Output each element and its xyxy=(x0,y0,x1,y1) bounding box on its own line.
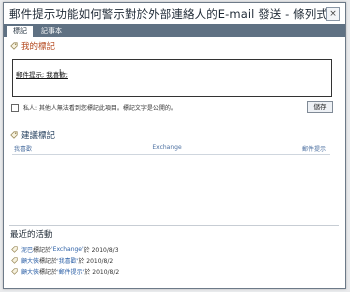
activity-tag[interactable]: '我喜歡' xyxy=(57,256,78,265)
activity-item: 泥巴 標記於 'Exchange' 於 2010/8/3 xyxy=(11,245,119,254)
dialog-title: 郵件提示功能如何警示對於外部連絡人的E-mail 發送 - 條列式 xyxy=(9,7,328,21)
suggested-tag-item[interactable]: 郵件提示 xyxy=(302,144,326,154)
tab-bar: 標記 記事本 xyxy=(4,24,345,37)
activity-verb: 標記於 xyxy=(33,247,52,254)
text-cursor-icon: I xyxy=(59,68,62,77)
activity-item: 顧大俠 標記於 '郵件提示' 於 2010/8/2 xyxy=(11,267,119,276)
activity-item: 顧大俠 標記於 '我喜歡' 於 2010/8/2 xyxy=(11,256,113,265)
tag-icon xyxy=(11,257,18,264)
tab-notes[interactable]: 記事本 xyxy=(35,26,68,37)
activity-date: 於 2010/8/2 xyxy=(78,258,114,265)
recent-activity-title: 最近的活動 xyxy=(10,230,53,240)
private-label: 私人: 其他人無法看到您標記此項目。標記文字是公開的。 xyxy=(23,105,177,112)
my-tags-input[interactable]: 郵件提示; 我喜歡; I xyxy=(12,59,332,97)
suggested-tag-item[interactable]: 我喜歡 xyxy=(14,144,32,154)
save-button[interactable]: 儲存 xyxy=(307,101,333,113)
private-checkbox[interactable] xyxy=(11,103,19,112)
dialog-titlebar: 郵件提示功能如何警示對於外部連絡人的E-mail 發送 - 條列式 × xyxy=(4,3,345,25)
tab-tags[interactable]: 標記 xyxy=(7,26,33,37)
private-option: 私人: 其他人無法看到您標記此項目。標記文字是公開的。 xyxy=(11,103,177,112)
activity-tag[interactable]: '郵件提示' xyxy=(57,267,84,276)
my-tags-header: 我的標記 xyxy=(10,40,55,52)
activity-user[interactable]: 顧大俠 xyxy=(21,267,39,276)
activity-user[interactable]: 泥巴 xyxy=(21,245,33,254)
activity-tag[interactable]: 'Exchange' xyxy=(51,246,84,253)
activity-date: 於 2010/8/2 xyxy=(84,269,120,276)
activity-user[interactable]: 顧大俠 xyxy=(21,256,39,265)
activity-date: 於 2010/8/3 xyxy=(83,247,119,254)
recent-divider xyxy=(9,225,339,226)
activity-verb: 標記於 xyxy=(39,269,58,276)
tag-icon xyxy=(10,42,18,50)
tag-icon xyxy=(11,268,18,275)
tag-icon xyxy=(11,246,18,253)
close-button[interactable]: × xyxy=(326,7,340,21)
suggested-tags-list: 我喜歡 Exchange 郵件提示 xyxy=(12,144,330,155)
close-icon: × xyxy=(329,9,337,19)
suggested-tag-item[interactable]: Exchange xyxy=(152,144,181,154)
my-tags-title: 我的標記 xyxy=(21,42,56,52)
suggested-tags-title: 建議標記 xyxy=(21,131,56,141)
tag-dialog: 郵件提示功能如何警示對於外部連絡人的E-mail 發送 - 條列式 × 標記 記… xyxy=(3,2,346,289)
tag-icon xyxy=(10,131,18,139)
suggested-tags-header: 建議標記 xyxy=(10,129,55,141)
activity-verb: 標記於 xyxy=(39,258,58,265)
